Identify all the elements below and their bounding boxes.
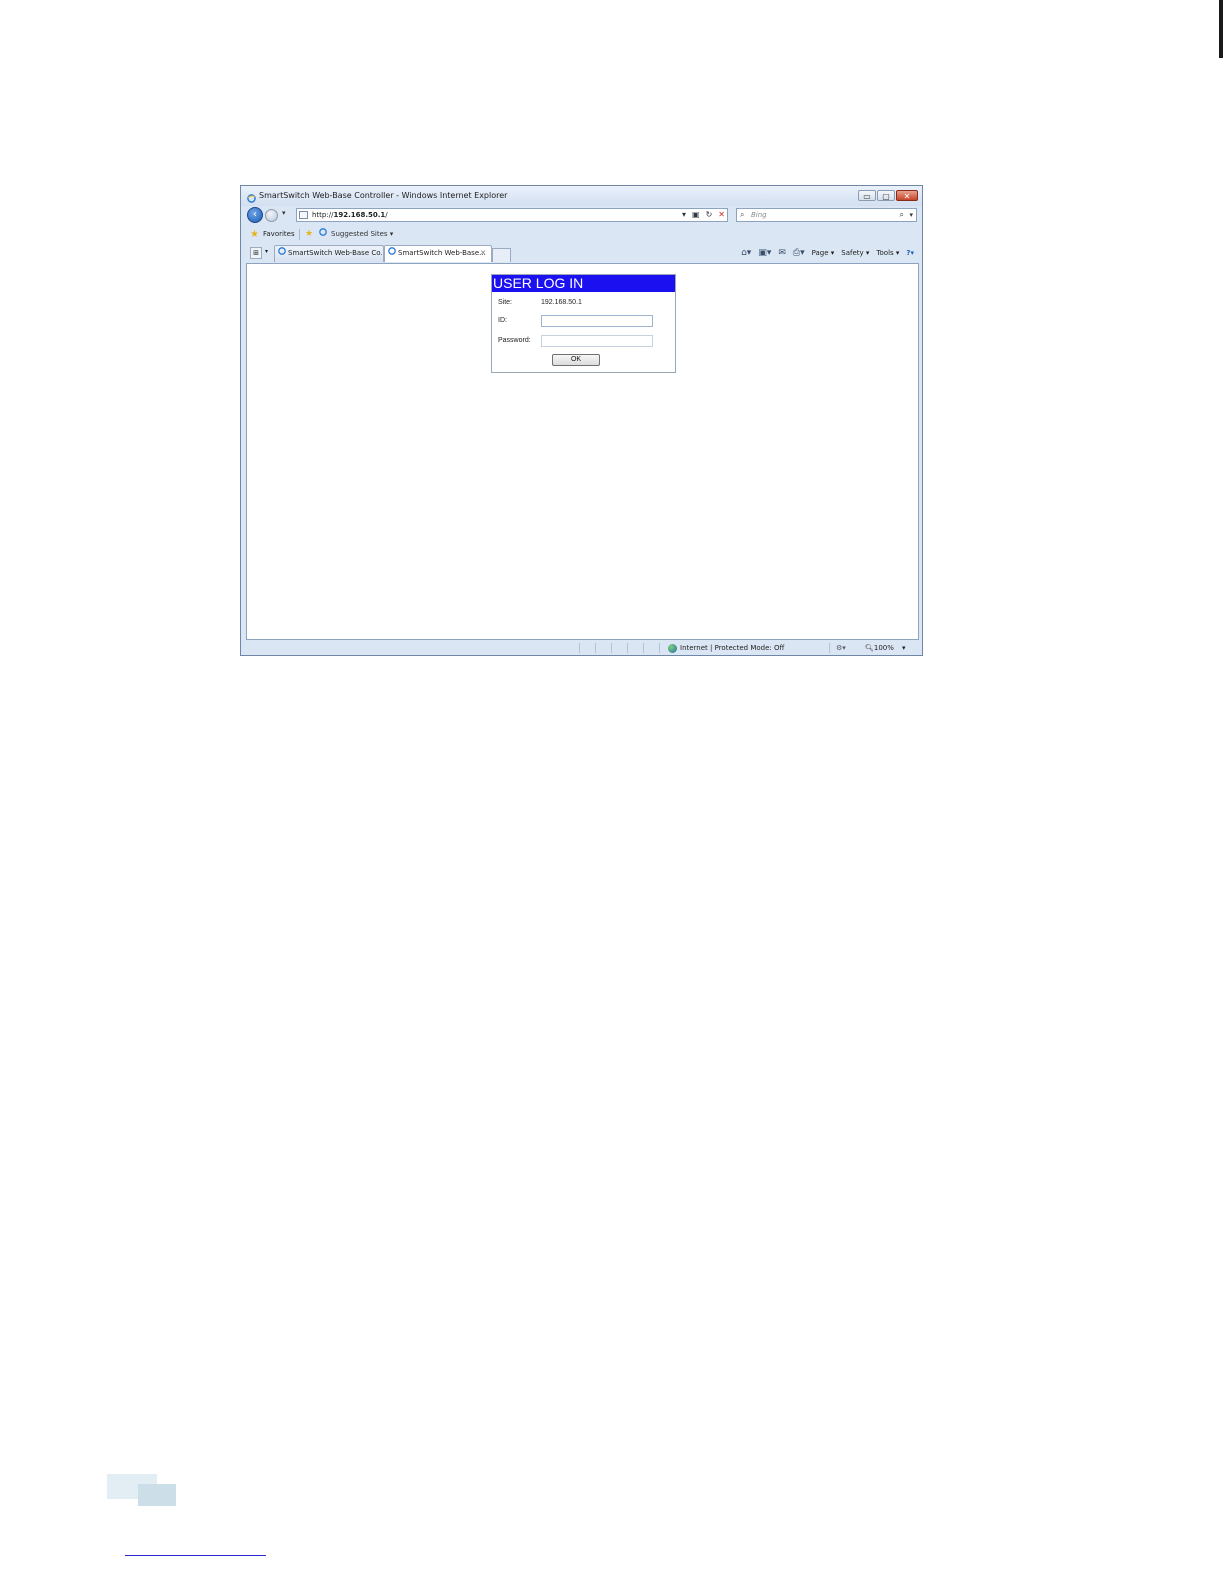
command-bar: ⌂▾ ▣▾ ✉ ⎙▾ Page ▾ Safety ▾ Tools ▾ ?▾ [741,244,914,262]
close-tab-icon[interactable]: ✕ [480,246,486,261]
search-go-icon[interactable]: ⌕ [900,209,904,221]
new-tab-button[interactable] [492,248,511,262]
ie-page-icon [319,225,327,244]
status-divider [627,643,628,653]
password-label: Password: [498,337,531,344]
star-icon: ★ [250,229,259,240]
window-title: SmartSwitch Web-Base Controller - Window… [259,191,508,200]
zoom-value: 100% [873,644,894,652]
footer-link-underline [125,1555,266,1556]
status-divider [579,643,580,653]
help-icon[interactable]: ?▾ [906,244,914,262]
title-bar: SmartSwitch Web-Base Controller - Window… [241,186,922,206]
page-edge-mark [1219,0,1223,58]
login-panel: USER LOG IN Site: 192.168.50.1 ID: Passw… [491,274,676,373]
status-divider [643,643,644,653]
compatibility-view-icon[interactable]: ▣ [692,209,700,221]
favorites-separator [299,229,300,240]
url-host: 192.168.50.1 [333,211,386,219]
search-options-dropdown-icon[interactable]: ▾ [909,209,913,221]
feeds-icon[interactable]: ▣▾ [758,244,771,262]
ie-page-icon [278,246,286,261]
password-input[interactable] [541,335,653,347]
url-suffix: / [385,211,388,219]
ie-window: SmartSwitch Web-Base Controller - Window… [240,185,923,656]
safety-menu[interactable]: Safety ▾ [841,244,869,262]
url-prefix: http:// [312,211,334,219]
ie-page-icon [388,246,396,261]
address-dropdown-icon[interactable]: ▾ [682,209,686,221]
maximize-button[interactable]: ▢ [877,190,895,201]
quick-tabs-icon[interactable]: ⊞ [250,247,262,259]
id-input[interactable] [541,315,653,327]
search-provider-icon: ⌕ [740,210,745,219]
print-icon[interactable]: ⎙▾ [793,244,805,262]
navigation-bar: ‹ ▾ http://192.168.50.1/ ▾ ▣ ↻ ✕ ⌕ Bing … [241,206,922,225]
suggested-sites-link[interactable]: Suggested Sites ▾ [331,225,393,244]
address-controls: ▾ ▣ ↻ ✕ [682,209,725,221]
status-divider [595,643,596,653]
tab-label: SmartSwitch Web-Base Co... [288,249,384,257]
address-bar[interactable]: http://192.168.50.1/ ▾ ▣ ↻ ✕ [296,208,728,222]
zoom-icon: 🔍︎ [865,644,874,652]
minimize-button[interactable]: ▭ [858,190,876,201]
window-controls: ▭ ▢ ✕ [858,190,918,201]
recent-pages-dropdown-icon[interactable]: ▾ [282,209,286,217]
add-to-favorites-bar-icon[interactable]: ★ [305,225,313,244]
forward-arrow-icon[interactable] [265,209,278,222]
site-label: Site: [498,299,513,306]
status-divider [611,643,612,653]
home-icon[interactable]: ⌂▾ [741,244,751,262]
refresh-icon[interactable]: ↻ [706,209,713,221]
id-label: ID: [498,317,507,324]
address-url[interactable]: http://192.168.50.1/ [312,209,388,221]
login-title: USER LOG IN [492,275,675,292]
security-zone[interactable]: Internet | Protected Mode: Off [680,640,784,656]
status-bar: Internet | Protected Mode: Off ⚙▾ 🔍︎100%… [241,640,922,656]
tab-label: SmartSwitch Web-Base... [398,249,486,257]
corner-decoration [138,1484,176,1506]
tools-menu[interactable]: Tools ▾ [876,244,899,262]
zoom-level[interactable]: 🔍︎100% [865,640,894,656]
ok-button[interactable]: OK [552,354,600,366]
search-box[interactable]: ⌕ Bing ⌕ ▾ [736,208,917,222]
site-value: 192.168.50.1 [541,299,582,306]
page-icon [299,211,308,219]
tab-smartswitch-2[interactable]: SmartSwitch Web-Base... ✕ [384,245,492,262]
tab-bar: ⊞ ▾ SmartSwitch Web-Base Co... SmartSwit… [241,244,922,262]
search-placeholder: Bing [751,211,767,219]
read-mail-icon[interactable]: ✉ [778,244,786,262]
close-button[interactable]: ✕ [896,190,918,201]
favorites-button[interactable]: Favorites [263,225,295,244]
tab-smartswitch-1[interactable]: SmartSwitch Web-Base Co... [274,245,384,262]
page-menu[interactable]: Page ▾ [812,244,835,262]
page-content: USER LOG IN Site: 192.168.50.1 ID: Passw… [246,263,919,640]
addon-manager-icon[interactable]: ⚙▾ [836,640,846,656]
tab-list-dropdown-icon[interactable]: ▾ [265,248,268,255]
status-divider [659,643,660,653]
back-arrow-icon[interactable]: ‹ [247,207,263,223]
stop-icon[interactable]: ✕ [718,209,725,221]
globe-icon [668,644,677,653]
favorites-bar: ★ Favorites ★ Suggested Sites ▾ [241,225,922,244]
zoom-dropdown-icon[interactable]: ▾ [902,640,906,656]
status-divider [829,643,830,653]
